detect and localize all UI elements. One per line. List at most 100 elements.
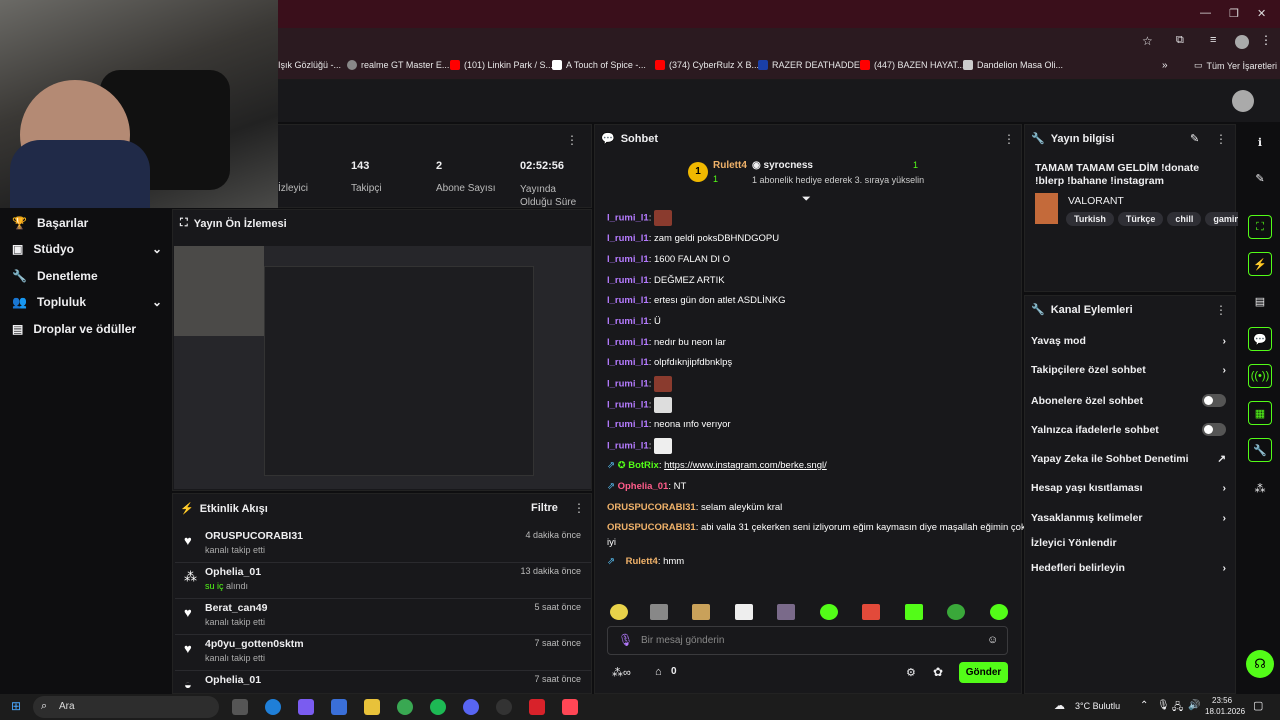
more-icon[interactable]: ⋮: [573, 501, 585, 515]
spotify-icon[interactable]: [430, 699, 446, 715]
chat-toggle-icon[interactable]: 💬: [1248, 327, 1272, 351]
menu-icon[interactable]: ⋮: [1260, 33, 1272, 47]
action-followers-only[interactable]: Takipçilere özel sohbet ›: [1031, 364, 1226, 376]
collapse-icon[interactable]: ⏷: [802, 193, 811, 206]
action-subs-only[interactable]: Abonelere özel sohbet: [1031, 394, 1226, 407]
taskbar-search[interactable]: ⌕ Ara: [33, 696, 219, 718]
emote-button[interactable]: [610, 604, 628, 620]
task-view-icon[interactable]: [232, 699, 248, 715]
sidebar-item-drops[interactable]: ▤ Droplar ve ödüller: [12, 322, 162, 336]
extensions-icon[interactable]: ⧉: [1176, 34, 1184, 47]
support-icon[interactable]: ☊: [1246, 650, 1274, 678]
emote-button[interactable]: [990, 604, 1008, 620]
star-icon[interactable]: ☆: [1142, 34, 1153, 48]
chat-username[interactable]: Rulett4: [626, 556, 658, 567]
bookmark-item[interactable]: Işık Gözlüğü -...: [278, 60, 341, 70]
action-raid[interactable]: İzleyici Yönlendir: [1031, 537, 1226, 549]
filter-button[interactable]: Filtre: [531, 502, 558, 514]
more-icon[interactable]: ⋮: [1003, 132, 1015, 146]
windows-start-icon[interactable]: ⊞: [11, 699, 21, 713]
category-name[interactable]: VALORANT: [1068, 195, 1124, 207]
network-icon[interactable]: 🖧: [1172, 700, 1183, 717]
chat-username[interactable]: l_rumi_l1: [607, 419, 649, 430]
clock-time[interactable]: 23:56: [1212, 696, 1232, 705]
emote-button[interactable]: [650, 604, 668, 620]
edit-icon[interactable]: ✎: [1190, 132, 1199, 145]
bookmark-item[interactable]: (447) BAZEN HAYAT...: [860, 60, 965, 70]
chat-username[interactable]: ORUSPUCORABI31: [607, 522, 696, 533]
event-user[interactable]: Ophelia_01: [205, 674, 261, 686]
chat-username[interactable]: l_rumi_l1: [607, 233, 649, 244]
action-emotes-only[interactable]: Yalnızca ifadelerle sohbet: [1031, 423, 1226, 436]
gifter-name[interactable]: Rulett4: [713, 160, 747, 171]
stats-toggle-icon[interactable]: ▦: [1248, 401, 1272, 425]
emote-button[interactable]: [692, 604, 710, 620]
close-icon[interactable]: ✕: [1257, 7, 1266, 20]
chat-username[interactable]: l_rumi_l1: [607, 275, 649, 286]
points-infinity-icon[interactable]: ⁂∞: [612, 666, 631, 679]
chat-username[interactable]: BotRix: [628, 460, 659, 471]
emote-button[interactable]: [905, 604, 923, 620]
discord-icon[interactable]: [463, 699, 479, 715]
emote-button[interactable]: [777, 604, 795, 620]
bookmark-item[interactable]: (374) CyberRulz X B...: [655, 60, 759, 70]
emote-button[interactable]: [862, 604, 880, 620]
bookmark-item[interactable]: A Touch of Spice -...: [552, 60, 646, 70]
gifter-2[interactable]: ◉ syrocness: [752, 160, 813, 171]
toggle-switch[interactable]: [1202, 394, 1226, 407]
app-icon[interactable]: [529, 699, 545, 715]
emote-button[interactable]: [947, 604, 965, 620]
action-ai-moderation[interactable]: Yapay Zeka ile Sohbet Denetimi ↗: [1031, 453, 1226, 465]
valorant-icon[interactable]: [562, 699, 578, 715]
chat-username[interactable]: l_rumi_l1: [607, 316, 649, 327]
edit-icon[interactable]: ✎: [1248, 166, 1272, 190]
more-icon[interactable]: ⋮: [1215, 303, 1227, 317]
chat-username[interactable]: l_rumi_l1: [607, 400, 649, 411]
chat-username[interactable]: l_rumi_l1: [607, 295, 649, 306]
event-user[interactable]: 4p0yu_gotten0sktm: [205, 638, 304, 650]
action-slow-mode[interactable]: Yavaş mod ›: [1031, 335, 1226, 347]
maximize-icon[interactable]: ❐: [1229, 7, 1239, 20]
bookmark-item[interactable]: RAZER DEATHADDE...: [758, 60, 867, 70]
edge-icon[interactable]: [265, 699, 281, 715]
emote-button[interactable]: [735, 604, 753, 620]
chat-username[interactable]: Ophelia_01: [618, 481, 669, 492]
bookmark-item[interactable]: realme GT Master E...: [347, 60, 449, 70]
bookmark-item[interactable]: (101) Linkin Park / S...: [450, 60, 553, 70]
tag[interactable]: chill: [1167, 212, 1202, 226]
broadcast-icon[interactable]: ((•)): [1248, 364, 1272, 388]
community-icon[interactable]: ⁂: [1248, 476, 1272, 500]
tag[interactable]: Turkish: [1066, 212, 1114, 226]
emote-button[interactable]: [820, 604, 838, 620]
all-bookmarks[interactable]: ▭ Tüm Yer İşaretleri: [1194, 60, 1277, 71]
sidebar-item-community[interactable]: 👥 Topluluk ⌄: [12, 295, 162, 309]
action-goals[interactable]: Hedefleri belirleyin ›: [1031, 562, 1226, 574]
steam-icon[interactable]: [496, 699, 512, 715]
bot-icon[interactable]: ✿: [933, 665, 943, 679]
action-banned-words[interactable]: Yasaklanmış kelimeler ›: [1031, 512, 1226, 524]
chat-username[interactable]: l_rumi_l1: [607, 213, 649, 224]
action-account-age[interactable]: Hesap yaşı kısıtlaması ›: [1031, 482, 1226, 494]
info-icon[interactable]: ℹ: [1248, 130, 1272, 154]
tag[interactable]: Türkçe: [1117, 212, 1164, 226]
sidebar-item-achievements[interactable]: 🏆 Başarılar: [12, 216, 162, 230]
chat-username[interactable]: l_rumi_l1: [607, 357, 649, 368]
actions-toggle-icon[interactable]: 🔧: [1248, 438, 1272, 462]
sidebar-item-moderation[interactable]: 🔧 Denetleme: [12, 269, 162, 283]
mic-icon[interactable]: 🎙: [618, 633, 633, 647]
sidebar-item-studio[interactable]: ▣ Stüdyo ⌄: [12, 242, 162, 256]
explorer-icon[interactable]: [364, 699, 380, 715]
preview-toggle-icon[interactable]: ⛶: [1248, 215, 1272, 239]
more-icon[interactable]: ⋮: [566, 133, 578, 147]
send-button[interactable]: Gönder: [959, 662, 1008, 683]
chevron-right-icon[interactable]: »: [1162, 60, 1168, 71]
copilot-icon[interactable]: [298, 699, 314, 715]
clock-date[interactable]: 18.01.2026: [1205, 707, 1245, 716]
bookmark-item[interactable]: Dandelion Masa Oli...: [963, 60, 1063, 70]
toggle-switch[interactable]: [1202, 423, 1226, 436]
stream-preview-video[interactable]: [174, 246, 591, 489]
event-user[interactable]: Berat_can49: [205, 602, 267, 614]
weather-label[interactable]: 3°C Bulutlu: [1075, 701, 1120, 711]
mic-tray-icon[interactable]: 🎙: [1157, 700, 1170, 711]
user-avatar[interactable]: [1232, 90, 1254, 112]
